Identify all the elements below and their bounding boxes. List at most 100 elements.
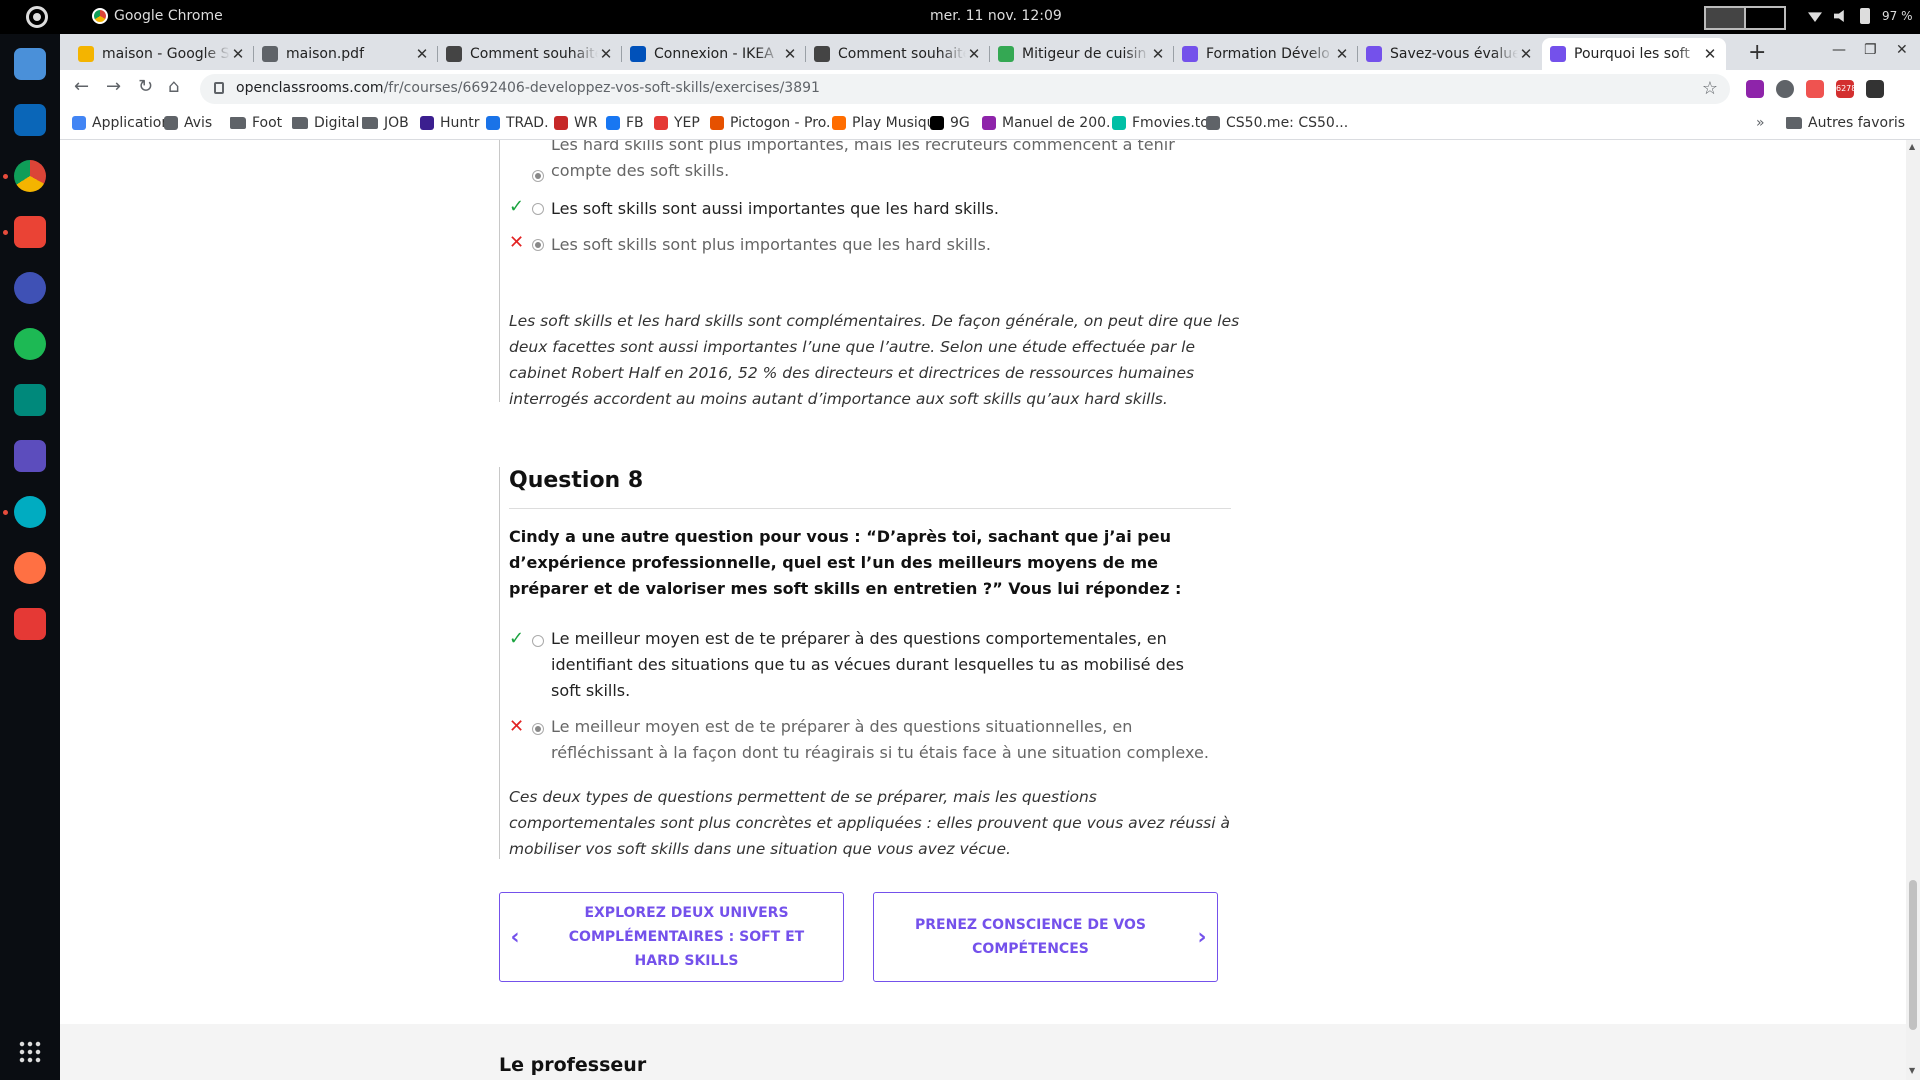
tab-close-icon[interactable]: ✕ — [230, 45, 246, 63]
extension-icon[interactable] — [1806, 80, 1824, 98]
menu-app-icon[interactable] — [14, 272, 46, 304]
next-chapter-button[interactable]: PRENEZ CONSCIENCE DE VOS COMPÉTENCES › — [873, 892, 1218, 982]
vscode-icon[interactable] — [14, 104, 46, 136]
close-window-button[interactable]: ✕ — [1896, 42, 1908, 58]
new-tab-button[interactable]: + — [1748, 40, 1766, 65]
bookmark-huntr[interactable]: Huntr — [420, 115, 480, 131]
tab-3[interactable]: Comment souhaite ✕ — [438, 38, 622, 70]
next-chapter-label: PRENEZ CONSCIENCE DE VOS COMPÉTENCES — [915, 917, 1146, 957]
radio-q7-option-wrong[interactable] — [532, 239, 544, 251]
tab-favicon-icon — [1182, 46, 1198, 62]
bookmark-cs50-me-cs50[interactable]: CS50.me: CS50... — [1206, 115, 1348, 131]
q7-explanation: Les soft skills et les hard skills sont … — [509, 312, 1240, 408]
screen-app-icon[interactable] — [14, 440, 46, 472]
scroll-up-icon[interactable]: ▲ — [1909, 142, 1915, 151]
wifi-icon — [1808, 12, 1822, 22]
tab-close-icon[interactable]: ✕ — [1150, 45, 1166, 63]
gmail-icon[interactable] — [14, 216, 46, 248]
tab-2[interactable]: maison.pdf ✕ — [254, 38, 438, 70]
address-bar[interactable]: openclassrooms.com/fr/courses/6692406-de… — [200, 74, 1730, 104]
tab-favicon-icon — [630, 46, 646, 62]
tab-title: Savez-vous évalue — [1390, 46, 1518, 62]
folder-icon — [230, 117, 246, 129]
tab-6[interactable]: Mitigeur de cuisin ✕ — [990, 38, 1174, 70]
huntr-icon — [420, 116, 434, 130]
bookmark-wr[interactable]: WR — [554, 115, 598, 131]
bookmark-manuel-de-200[interactable]: Manuel de 200... — [982, 115, 1119, 131]
pycharm-icon[interactable] — [14, 384, 46, 416]
bookmark-digital[interactable]: Digital — [292, 115, 359, 131]
tab-close-icon[interactable]: ✕ — [1334, 45, 1350, 63]
tab-title: Pourquoi les soft — [1574, 46, 1690, 62]
circle-app-icon[interactable] — [14, 496, 46, 528]
tab-close-icon[interactable]: ✕ — [782, 45, 798, 63]
tab-close-icon[interactable]: ✕ — [414, 45, 430, 63]
bookmark-fmovies-to[interactable]: Fmovies.to — [1112, 115, 1209, 131]
system-tray[interactable]: 97 % — [1808, 8, 1913, 24]
back-button[interactable]: ← — [74, 76, 89, 97]
minimize-button[interactable]: — — [1832, 42, 1846, 58]
show-apps-icon[interactable] — [18, 1040, 42, 1064]
clock[interactable]: mer. 11 nov. 12:09 — [930, 8, 1062, 24]
bookmark-avis[interactable]: Avis — [164, 115, 212, 131]
tab-5[interactable]: Comment souhaite ✕ — [806, 38, 990, 70]
bookmark-pictogon-pro[interactable]: Pictogon - Pro... — [710, 115, 839, 131]
forward-button[interactable]: → — [106, 76, 121, 97]
radio-q8-option-wrong[interactable] — [532, 723, 544, 735]
tab-9[interactable]: Pourquoi les soft ✕ — [1542, 38, 1726, 70]
spotify-icon[interactable] — [14, 328, 46, 360]
page-scrollbar[interactable]: ▲ ▼ — [1906, 140, 1920, 1080]
q8-option-correct: Le meilleur moyen est de te préparer à d… — [551, 629, 1184, 700]
q7-option-wrong: Les soft skills sont plus importantes qu… — [551, 235, 991, 254]
tab-title: Connexion - IKEA — [654, 46, 774, 62]
bookmark-trad[interactable]: TRAD. — [486, 115, 549, 131]
scrollbar-thumb[interactable] — [1909, 880, 1917, 1030]
bookmark-9g[interactable]: 9G — [930, 115, 970, 131]
postman-icon[interactable] — [14, 552, 46, 584]
other-bookmarks-folder[interactable]: Autres favoris — [1786, 115, 1905, 131]
gmail-badge-icon[interactable]: 6278 — [1836, 80, 1856, 98]
chrome-dock-icon[interactable] — [14, 160, 46, 192]
extension-icon[interactable] — [1866, 80, 1884, 98]
bookmarks-overflow-button[interactable]: » — [1756, 115, 1765, 131]
bookmark-foot[interactable]: Foot — [230, 115, 282, 131]
tab-close-icon[interactable]: ✕ — [598, 45, 614, 63]
scroll-down-icon[interactable]: ▼ — [1909, 1066, 1915, 1075]
radio-q8-option-correct[interactable] — [532, 635, 544, 647]
tab-8[interactable]: Savez-vous évalue ✕ — [1358, 38, 1542, 70]
extension-icon[interactable] — [1776, 80, 1794, 98]
tab-7[interactable]: Formation Dévelo ✕ — [1174, 38, 1358, 70]
maximize-button[interactable]: ❐ — [1864, 42, 1877, 58]
tab-4[interactable]: Connexion - IKEA ✕ — [622, 38, 806, 70]
workspace-switcher[interactable] — [1704, 6, 1786, 30]
wrong-cross-icon: ✕ — [509, 232, 525, 253]
files-icon[interactable] — [14, 48, 46, 80]
reload-button[interactable]: ↻ — [138, 76, 153, 97]
bookmark-yep[interactable]: YEP — [654, 115, 700, 131]
app-menu[interactable]: Google Chrome — [92, 8, 223, 24]
q8-explanation: Ces deux types de questions permettent d… — [509, 788, 1230, 858]
tab-1[interactable]: maison - Google S ✕ — [70, 38, 254, 70]
folder-icon — [292, 117, 308, 129]
bookmark-label: Digital — [314, 115, 360, 131]
text-editor-icon[interactable] — [14, 608, 46, 640]
radio-q7-option-correct[interactable] — [532, 203, 544, 215]
bookmark-job[interactable]: JOB — [362, 115, 409, 131]
radio-q7-option-1[interactable] — [532, 170, 544, 182]
bookmark-applications[interactable]: Applications — [72, 115, 178, 131]
q8-option-wrong: Le meilleur moyen est de te préparer à d… — [551, 717, 1209, 762]
activities-icon[interactable] — [26, 6, 48, 28]
bookmark-label: 9G — [950, 115, 970, 131]
bookmark-star-icon[interactable]: ☆ — [1702, 78, 1718, 99]
bookmark-fb[interactable]: FB — [606, 115, 644, 131]
prev-chapter-button[interactable]: ‹ EXPLOREZ DEUX UNIVERS COMPLÉMENTAIRES … — [499, 892, 844, 982]
browser-toolbar: ← → ↻ ⌂ openclassrooms.com/fr/courses/66… — [60, 70, 1920, 108]
bookmark-play-musique[interactable]: Play Musique — [832, 115, 944, 131]
tab-close-icon[interactable]: ✕ — [966, 45, 982, 63]
home-button[interactable]: ⌂ — [168, 76, 179, 97]
tab-close-icon[interactable]: ✕ — [1518, 45, 1534, 63]
tab-close-icon[interactable]: ✕ — [1702, 45, 1718, 63]
extension-icon[interactable] — [1746, 80, 1764, 98]
footer-heading: Le professeur — [499, 1054, 647, 1076]
url-text: openclassrooms.com/fr/courses/6692406-de… — [236, 80, 820, 96]
